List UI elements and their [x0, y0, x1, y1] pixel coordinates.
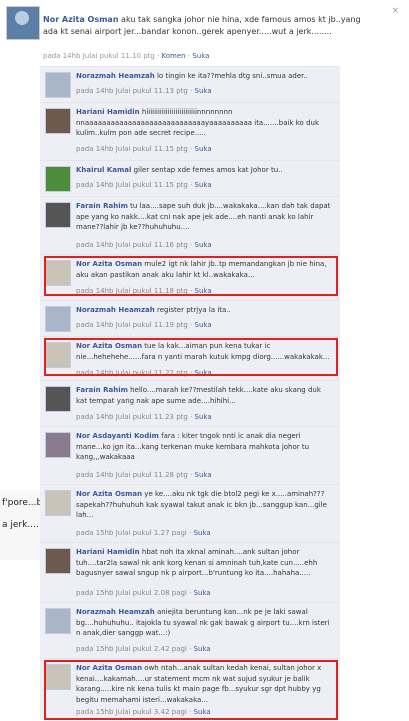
comment: Norazmah Heamzah lo tingin ke ita??mehla…	[40, 66, 340, 103]
comment-text: giler sentap xde femes amos kat Johor tu…	[131, 166, 283, 174]
comment-body: Nor Asdayanti Kodim fara : kiter tngok n…	[76, 431, 334, 463]
comment-like-link[interactable]: Suka	[195, 87, 212, 95]
commenter-name[interactable]: Hariani Hamidin	[76, 108, 140, 116]
comment: Nor Asdayanti Kodim fara : kiter tngok n…	[40, 426, 340, 485]
comment-like-link[interactable]: Suka	[194, 589, 211, 597]
commenter-avatar[interactable]	[45, 72, 71, 98]
comment-body: Norazmah Heamzah aniejita beruntung kan.…	[76, 607, 334, 639]
comment-meta: pada 14hb Julai pukul 11.15 ptg · Suka	[76, 181, 212, 189]
comment-like-link[interactable]: Suka	[194, 645, 211, 653]
commenter-name[interactable]: Farain Rahim	[76, 386, 128, 394]
post-time: pada 14hb Julai pukul 11.10 ptg	[43, 52, 155, 60]
comment-time: pada 15hb Julai pukul 1.27 pagi	[76, 529, 187, 537]
comment-meta: pada 15hb Julai pukul 2.08 pagi · Suka	[76, 589, 211, 597]
author-avatar[interactable]	[6, 6, 40, 40]
comment-meta: pada 14hb Julai pukul 11.13 ptg · Suka	[76, 87, 212, 95]
commenter-avatar[interactable]	[45, 548, 71, 574]
commenter-name[interactable]: Nor Azita Osman	[76, 490, 142, 498]
comment-body: Farain Rahim tu laa....sape suh duk jb..…	[76, 201, 334, 233]
comment-body: Nor Azita Osman ye ke....aku nk tgk die …	[76, 489, 334, 521]
comment: Nor Azita Osman ye ke....aku nk tgk die …	[40, 484, 340, 543]
post-text: Nor Azita Osman aku tak sangka johor nie…	[43, 14, 373, 38]
comment-like-link[interactable]: Suka	[195, 321, 212, 329]
comment: Farain Rahim tu laa....sape suh duk jb..…	[40, 196, 340, 255]
comment-time: pada 14hb Julai pukul 11.15 ptg	[76, 181, 188, 189]
comment-like-link[interactable]: Suka	[195, 181, 212, 189]
comment-link[interactable]: Komen	[162, 52, 186, 60]
highlight-box	[44, 338, 338, 376]
side-text-line: a jerk....	[2, 520, 39, 530]
comment-text: lo tingin ke ita??mehla dtg sni..smua ad…	[154, 72, 308, 80]
commenter-avatar[interactable]	[45, 202, 71, 228]
commenter-avatar[interactable]	[45, 386, 71, 412]
post-meta: pada 14hb Julai pukul 11.10 ptg · Komen …	[43, 52, 210, 60]
commenter-name[interactable]: Farain Rahim	[76, 202, 128, 210]
comment-body: Farain Rahim hello....marah ke??mestilah…	[76, 385, 334, 406]
comment-body: Norazmah Heamzah lo tingin ke ita??mehla…	[76, 71, 334, 82]
highlight-box	[44, 660, 338, 720]
comment-meta: pada 14hb Julai pukul 11.23 ptg · Suka	[76, 413, 212, 421]
commenter-name[interactable]: Khairul Kamal	[76, 166, 131, 174]
comment-time: pada 14hb Julai pukul 11.13 ptg	[76, 87, 188, 95]
comment: Norazmah Heamzah register ptrjya la ita.…	[40, 300, 340, 337]
commenter-avatar[interactable]	[45, 108, 71, 134]
comment-time: pada 14hb Julai pukul 11.19 ptg	[76, 321, 188, 329]
post-author-link[interactable]: Nor Azita Osman	[43, 15, 119, 24]
comment-time: pada 14hb Julai pukul 11.16 ptg	[76, 241, 188, 249]
comment-list: Norazmah Heamzah lo tingin ke ita??mehla…	[40, 66, 340, 720]
comment-time: pada 15hb Julai pukul 2.42 pagi	[76, 645, 187, 653]
commenter-avatar[interactable]	[45, 490, 71, 516]
comment-time: pada 15hb Julai pukul 2.08 pagi	[76, 589, 187, 597]
commenter-avatar[interactable]	[45, 432, 71, 458]
comment: Farain Rahim hello....marah ke??mestilah…	[40, 380, 340, 427]
commenter-avatar[interactable]	[45, 166, 71, 192]
comment-like-link[interactable]: Suka	[195, 145, 212, 153]
comment-time: pada 14hb Julai pukul 11.23 ptg	[76, 413, 188, 421]
side-text-line: f'pore...belum	[2, 498, 40, 508]
commenter-avatar[interactable]	[45, 608, 71, 634]
comment-body: Khairul Kamal giler sentap xde femes amo…	[76, 165, 334, 176]
comment-body: Hariani Hamidin hiiiiiiiiiiiiiiiiiiiiiii…	[76, 107, 334, 139]
highlight-box	[44, 256, 338, 296]
comment-body: Norazmah Heamzah register ptrjya la ita.…	[76, 305, 334, 316]
comment-meta: pada 15hb Julai pukul 2.42 pagi · Suka	[76, 645, 211, 653]
comment-like-link[interactable]: Suka	[195, 471, 212, 479]
comment-like-link[interactable]: Suka	[195, 413, 212, 421]
commenter-avatar[interactable]	[45, 306, 71, 332]
comment: Hariani Hamidin hbat noh ita xknal amina…	[40, 542, 340, 603]
comment-meta: pada 14hb Julai pukul 11.28 ptg · Suka	[76, 471, 212, 479]
comment: Hariani Hamidin hiiiiiiiiiiiiiiiiiiiiiii…	[40, 102, 340, 161]
like-link[interactable]: Suka	[192, 52, 209, 60]
commenter-name[interactable]: Norazmah Heamzah	[76, 72, 155, 80]
commenter-name[interactable]: Norazmah Heamzah	[76, 608, 155, 616]
comment-like-link[interactable]: Suka	[194, 529, 211, 537]
cropped-side-text: f'pore...belum a jerk....	[0, 490, 40, 560]
comment-meta: pada 15hb Julai pukul 1.27 pagi · Suka	[76, 529, 211, 537]
comment-text: register ptrjya la ita..	[154, 306, 231, 314]
comment: Khairul Kamal giler sentap xde femes amo…	[40, 160, 340, 197]
comment-time: pada 14hb Julai pukul 11.28 ptg	[76, 471, 188, 479]
commenter-name[interactable]: Nor Asdayanti Kodim	[76, 432, 159, 440]
comment-body: Hariani Hamidin hbat noh ita xknal amina…	[76, 547, 334, 579]
status-post: Nor Azita Osman aku tak sangka johor nie…	[0, 0, 409, 70]
commenter-name[interactable]: Norazmah Heamzah	[76, 306, 155, 314]
comment-time: pada 14hb Julai pukul 11.15 ptg	[76, 145, 188, 153]
comment: Norazmah Heamzah aniejita beruntung kan.…	[40, 602, 340, 659]
comment-meta: pada 14hb Julai pukul 11.19 ptg · Suka	[76, 321, 212, 329]
comment-meta: pada 14hb Julai pukul 11.15 ptg · Suka	[76, 145, 212, 153]
comment-like-link[interactable]: Suka	[195, 241, 212, 249]
commenter-name[interactable]: Hariani Hamidin	[76, 548, 140, 556]
comment-meta: pada 14hb Julai pukul 11.16 ptg · Suka	[76, 241, 212, 249]
close-icon[interactable]: ×	[391, 6, 399, 16]
